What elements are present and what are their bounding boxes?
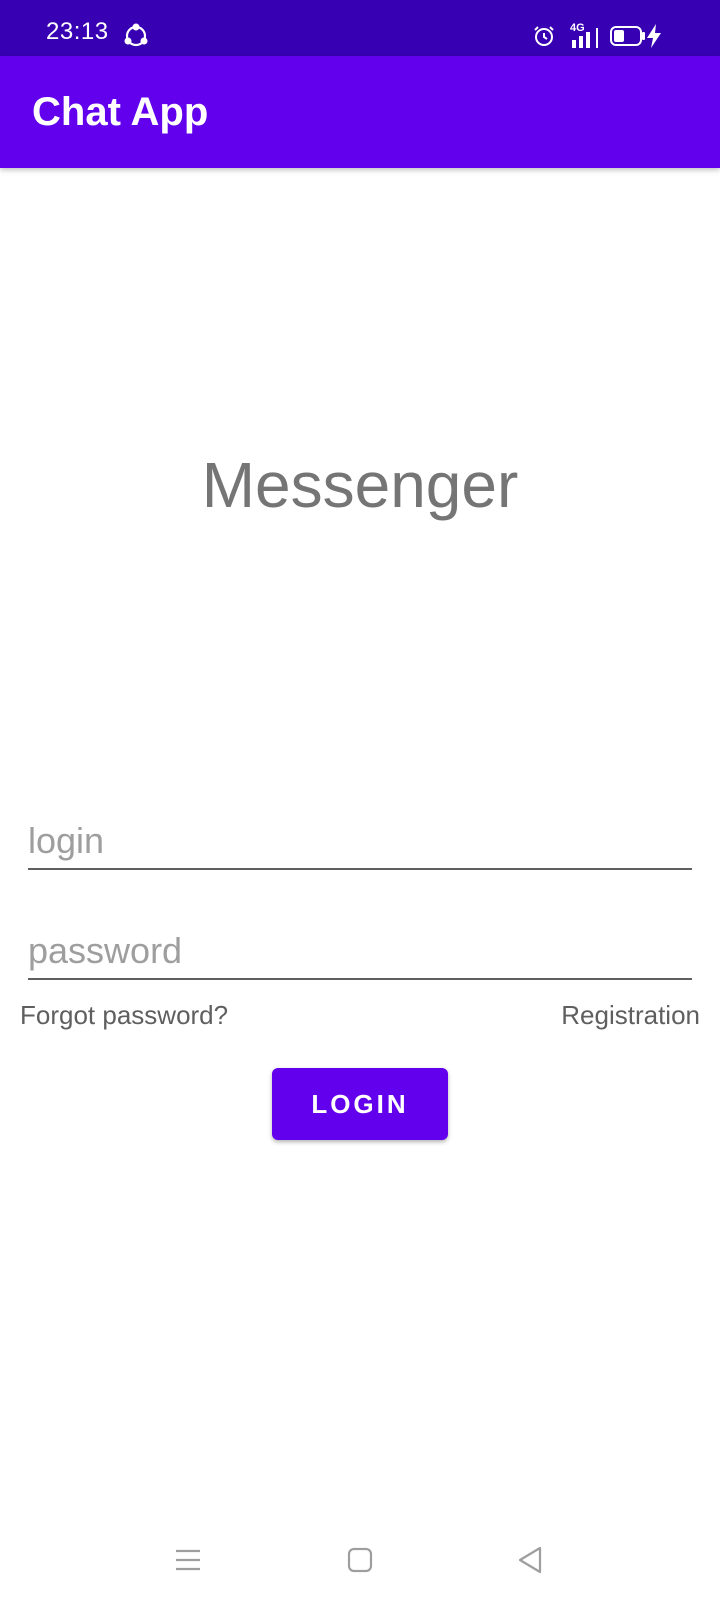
menu-button[interactable] (168, 1540, 208, 1580)
alarm-icon (534, 26, 554, 46)
back-button[interactable] (510, 1540, 550, 1580)
status-bar: 23:13 4G (0, 0, 720, 56)
home-icon (347, 1547, 373, 1573)
charging-icon (647, 24, 661, 48)
menu-icon (176, 1549, 200, 1571)
battery-icon (610, 26, 645, 46)
app-title: Chat App (32, 90, 209, 134)
back-icon (518, 1546, 542, 1574)
home-button[interactable] (340, 1540, 380, 1580)
login-button[interactable]: LOGIN (272, 1068, 448, 1140)
registration-link[interactable]: Registration (561, 1000, 700, 1031)
password-input[interactable] (28, 924, 692, 980)
login-input[interactable] (28, 814, 692, 870)
signal-icon (572, 28, 598, 48)
forgot-password-link[interactable]: Forgot password? (20, 1000, 228, 1031)
navigation-bar (0, 1520, 720, 1600)
app-bar: Chat App (0, 56, 720, 168)
sync-icon (124, 23, 148, 47)
page-heading: Messenger (201, 449, 519, 521)
status-time: 23:13 (46, 18, 109, 45)
